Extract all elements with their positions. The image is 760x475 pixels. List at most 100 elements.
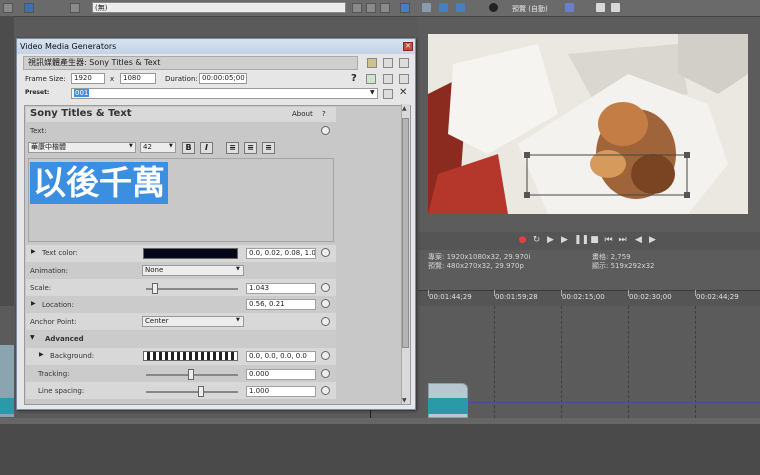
go-to-start-icon[interactable]: ⏮ (604, 236, 613, 245)
line-spacing-label: Line spacing: (38, 387, 85, 395)
help-button[interactable]: ? (322, 110, 326, 118)
preview-settings-icon[interactable] (422, 3, 431, 12)
audio-waveform (0, 398, 14, 414)
pause-icon[interactable]: ❚❚ (574, 236, 589, 245)
align-left-button[interactable]: ≡ (226, 142, 239, 154)
close-icon[interactable]: ✕ (403, 42, 413, 51)
chevron-down-icon[interactable]: ▼ (370, 89, 375, 96)
expand-arrow-icon[interactable]: ▶ (31, 248, 36, 255)
transport-bar (418, 232, 760, 250)
effect-combo-value: (無) (95, 4, 108, 12)
background-input[interactable]: 0.0, 0.0, 0.0, 0.0 (246, 351, 316, 362)
background-color-swatch[interactable] (143, 351, 238, 361)
play-icon[interactable]: ▶ (560, 236, 569, 245)
title-text-selection[interactable]: 以後千萬 (30, 162, 168, 204)
preset-combo[interactable]: 001 (71, 88, 378, 99)
preset-value: 001 (74, 89, 90, 97)
scroll-down-icon[interactable]: ▼ (402, 397, 407, 404)
bold-button[interactable]: B (182, 142, 195, 154)
animate-clock-icon[interactable] (321, 248, 330, 257)
save-preset-button[interactable] (383, 89, 393, 99)
line-spacing-slider-knob[interactable] (198, 386, 204, 397)
grid-view-icon[interactable] (399, 58, 409, 68)
frame-width-input[interactable]: 1920 (71, 73, 105, 84)
scale-slider[interactable] (146, 288, 238, 290)
split-screen-icon[interactable] (456, 3, 465, 12)
frame-height-input[interactable]: 1080 (120, 73, 156, 84)
about-link[interactable]: About (292, 110, 313, 118)
scale-input[interactable]: 1.043 (246, 283, 316, 294)
copy-snapshot-icon[interactable] (596, 3, 605, 12)
scroll-up-icon[interactable]: ▲ (402, 105, 407, 112)
text-color-input[interactable]: 0.0, 0.02, 0.08, 1.0 (246, 248, 316, 259)
location-input[interactable]: 0.56, 0.21 (246, 299, 316, 310)
chevron-down-icon: ▼ (236, 317, 240, 323)
pin-icon[interactable] (367, 58, 377, 68)
play-from-start-icon[interactable]: ▶ (546, 236, 555, 245)
animate-clock-icon[interactable] (321, 126, 330, 135)
toolbar-icon-button[interactable] (3, 3, 13, 13)
save-preset-icon[interactable] (383, 74, 393, 84)
align-center-button[interactable]: ≡ (244, 142, 257, 154)
expand-arrow-icon[interactable]: ▶ (39, 351, 44, 358)
tracking-input[interactable]: 0.000 (246, 369, 316, 380)
scrollbar-thumb[interactable] (402, 118, 409, 348)
save-snapshot-icon[interactable] (611, 3, 620, 12)
help-icon[interactable]: ? (351, 73, 357, 84)
chevron-down-icon: ▼ (169, 143, 173, 149)
times-label: x (110, 75, 115, 83)
scale-slider-knob[interactable] (152, 283, 158, 294)
next-frame-icon[interactable]: ▶ (648, 236, 657, 245)
timecode-label: 00:01:44;29 (429, 293, 472, 301)
delete-preset-icon[interactable]: ✕ (399, 87, 407, 98)
prev-frame-icon[interactable]: ◀ (634, 236, 643, 245)
animate-clock-icon[interactable] (321, 351, 330, 360)
italic-button[interactable]: I (200, 142, 213, 154)
line-spacing-slider[interactable] (146, 391, 238, 393)
text-color-swatch[interactable] (143, 248, 238, 259)
animation-value: None (145, 266, 164, 274)
animation-label: Animation: (30, 267, 69, 275)
chain-view-icon[interactable] (383, 58, 393, 68)
timecode-label: 00:02:15;00 (562, 293, 605, 301)
record-icon[interactable]: ● (518, 236, 527, 245)
timecode-label: 00:01:59;28 (495, 293, 538, 301)
animate-clock-icon[interactable] (321, 369, 330, 378)
line-spacing-input[interactable]: 1.000 (246, 386, 316, 397)
loop-icon[interactable]: ↻ (532, 236, 541, 245)
window-icon[interactable] (399, 74, 409, 84)
search-icon[interactable] (24, 3, 34, 13)
overlays-icon[interactable] (565, 3, 574, 12)
toolbar-icon-button[interactable] (70, 3, 80, 13)
animate-clock-icon[interactable] (321, 283, 330, 292)
animation-select[interactable]: None (142, 265, 244, 276)
font-name: 華康中楷體 (31, 143, 66, 151)
stop-icon[interactable]: ■ (590, 236, 599, 245)
animate-clock-icon[interactable] (321, 299, 330, 308)
align-right-button[interactable]: ≡ (262, 142, 275, 154)
preview-fx-icon[interactable] (489, 3, 498, 12)
duration-input[interactable]: 00:00:05;00 (199, 73, 247, 84)
envelope-line[interactable] (468, 402, 760, 403)
tracking-slider-knob[interactable] (188, 369, 194, 380)
animate-clock-icon[interactable] (321, 317, 330, 326)
duration-label: Duration: (165, 75, 198, 83)
timeline-scrollbar[interactable] (0, 418, 760, 424)
video-frame (428, 34, 748, 214)
expand-arrow-icon[interactable]: ▶ (31, 300, 36, 307)
animate-clock-icon[interactable] (321, 386, 330, 395)
collapse-arrow-icon[interactable]: ▼ (30, 334, 35, 341)
remove-icon[interactable] (380, 3, 390, 13)
status-area (0, 418, 760, 475)
add-generator-icon[interactable] (366, 74, 376, 84)
window-icon[interactable] (400, 3, 410, 13)
effect-combo[interactable]: (無) (92, 2, 346, 13)
preview-quality[interactable]: 預覽 (自動) (512, 4, 548, 14)
generator-tab[interactable]: 視訊媒體產生器: Sony Titles & Text (23, 56, 358, 70)
external-monitor-icon[interactable] (439, 3, 448, 12)
font-select[interactable]: 華康中楷體 (28, 142, 136, 153)
plugin-chain-icon[interactable] (366, 3, 376, 13)
plugin-icon[interactable] (352, 3, 362, 13)
go-to-end-icon[interactable]: ⏭ (618, 236, 627, 245)
anchor-select[interactable]: Center (142, 316, 244, 327)
